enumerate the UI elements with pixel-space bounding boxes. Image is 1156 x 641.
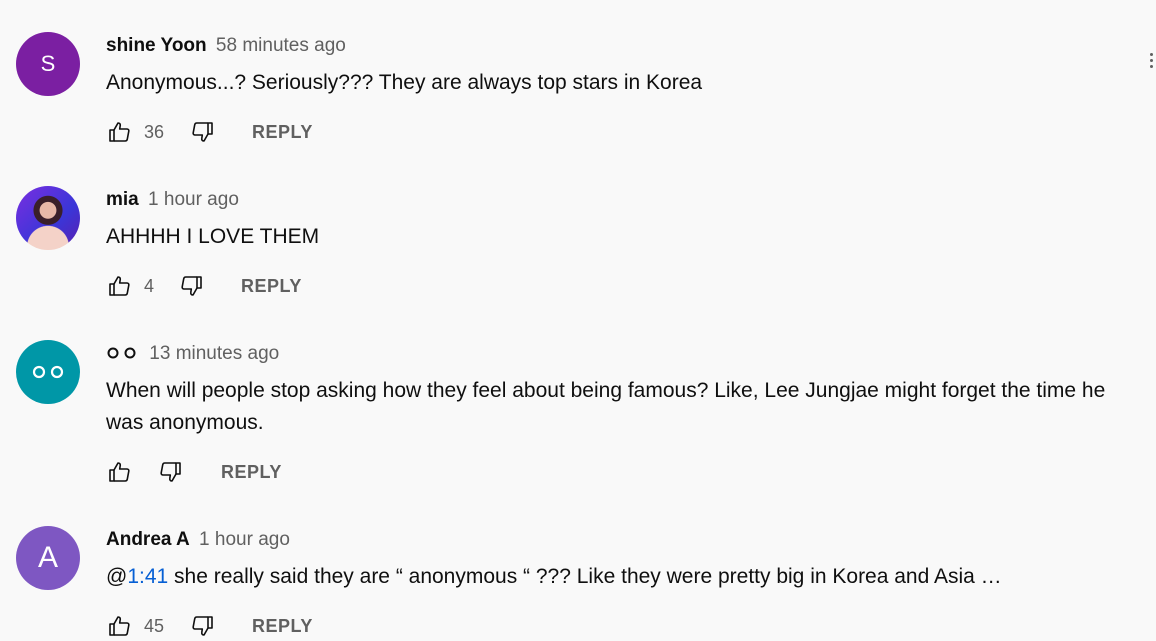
author-name[interactable]: mia xyxy=(106,189,139,210)
comment-time[interactable]: 1 hour ago xyxy=(148,189,239,210)
thumb-down-icon[interactable] xyxy=(158,459,184,485)
avatar[interactable] xyxy=(16,186,80,250)
thumb-up-icon[interactable] xyxy=(106,273,132,299)
comment-time[interactable]: 58 minutes ago xyxy=(216,35,346,56)
ring-glyph-icon xyxy=(107,347,136,359)
mention-prefix: @ xyxy=(106,565,128,588)
comment-toolbar: 4 REPLY xyxy=(106,272,302,300)
comment-text: AHHHH I LOVE THEM xyxy=(106,225,320,248)
avatar[interactable]: S xyxy=(16,32,80,96)
comment-text: Anonymous...? Seriously??? They are alwa… xyxy=(106,71,703,94)
comment-header: Andrea A 1 hour ago xyxy=(106,529,290,551)
comment-toolbar: REPLY xyxy=(106,458,282,486)
comment-header: shine Yoon 58 minutes ago xyxy=(106,35,346,57)
comment-text-body: she really said they are “ anonymous “ ?… xyxy=(168,565,1002,588)
avatar-letter: A xyxy=(37,541,58,574)
reply-button[interactable]: REPLY xyxy=(241,276,302,297)
comment-time[interactable]: 13 minutes ago xyxy=(149,343,279,364)
author-name[interactable] xyxy=(106,343,140,365)
avatar[interactable]: A xyxy=(16,526,80,590)
reply-button[interactable]: REPLY xyxy=(252,122,313,143)
comment-text: @1:41 she really said they are “ anonymo… xyxy=(106,561,1116,593)
avatar[interactable] xyxy=(16,340,80,404)
avatar-letter: S xyxy=(40,51,56,76)
thumb-up-icon[interactable] xyxy=(106,119,132,145)
thumb-down-icon[interactable] xyxy=(179,273,205,299)
like-count: 4 xyxy=(144,275,155,296)
thumb-up-icon[interactable] xyxy=(106,459,132,485)
comment-toolbar: 45 REPLY xyxy=(106,612,313,640)
reply-button[interactable]: REPLY xyxy=(221,462,282,483)
author-name[interactable]: shine Yoon xyxy=(106,35,207,56)
comment-header: mia 1 hour ago xyxy=(106,189,239,211)
like-count: 45 xyxy=(144,615,165,636)
author-name[interactable]: Andrea A xyxy=(106,529,190,550)
like-count: 36 xyxy=(144,121,165,142)
comment-header: 13 minutes ago xyxy=(106,343,279,365)
ring-glyph-icon xyxy=(32,365,64,379)
comment-time[interactable]: 1 hour ago xyxy=(199,529,290,550)
thumb-down-icon[interactable] xyxy=(190,613,216,639)
more-vert-icon[interactable] xyxy=(1147,50,1155,76)
thumb-up-icon[interactable] xyxy=(106,613,132,639)
comment-text: When will people stop asking how they fe… xyxy=(106,379,1106,434)
thumb-down-icon[interactable] xyxy=(190,119,216,145)
reply-button[interactable]: REPLY xyxy=(252,616,313,637)
comment-toolbar: 36 REPLY xyxy=(106,118,313,146)
timestamp-link[interactable]: 1:41 xyxy=(127,565,168,588)
